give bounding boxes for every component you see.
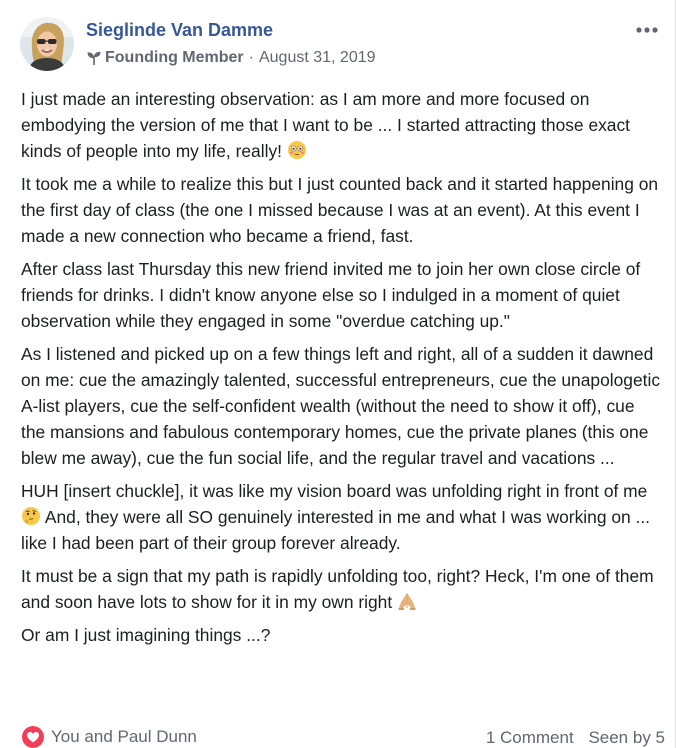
group-post: Sieglinde Van Damme Founding Member · Au… (0, 0, 676, 748)
post-paragraph: It must be a sign that my path is rapidl… (21, 566, 654, 612)
post-footer: You and Paul Dunn 1 Comment Seen by 5 (21, 725, 665, 748)
post-paragraph: It took me a while to realize this but I… (21, 174, 659, 246)
post-paragraph: After class last Thursday this new frien… (21, 259, 641, 331)
thinking-face-emoji (22, 507, 40, 525)
seen-by-count[interactable]: Seen by 5 (588, 728, 665, 747)
post-meta: Founding Member · August 31, 2019 (86, 49, 376, 67)
post-date[interactable]: August 31, 2019 (259, 49, 376, 67)
author-name[interactable]: Sieglinde Van Damme (86, 20, 273, 41)
reactors-text[interactable]: You and Paul Dunn (51, 727, 197, 747)
meta-separator: · (248, 49, 254, 66)
author-avatar[interactable] (20, 17, 74, 71)
sprout-icon (87, 51, 101, 65)
post-stats: 1 Comment Seen by 5 (476, 728, 665, 748)
love-reaction-icon (22, 726, 44, 748)
member-badge[interactable]: Founding Member (105, 49, 244, 67)
post-paragraph: Or am I just imagining things ...? (21, 625, 271, 645)
flushed-face-emoji (287, 141, 306, 159)
more-options-icon[interactable] (635, 23, 659, 37)
post-body: I just made an interesting observation: … (21, 86, 661, 655)
comments-count[interactable]: 1 Comment (486, 728, 574, 747)
post-header: Sieglinde Van Damme Founding Member · Au… (20, 17, 665, 73)
post-paragraph: I just made an interesting observation: … (21, 89, 631, 161)
post-paragraph: HUH [insert chuckle], it was like my vis… (21, 481, 651, 553)
folded-hands-emoji (398, 593, 416, 610)
post-paragraph: As I listened and picked up on a few thi… (21, 344, 661, 468)
reactions-summary[interactable]: You and Paul Dunn (21, 725, 197, 748)
